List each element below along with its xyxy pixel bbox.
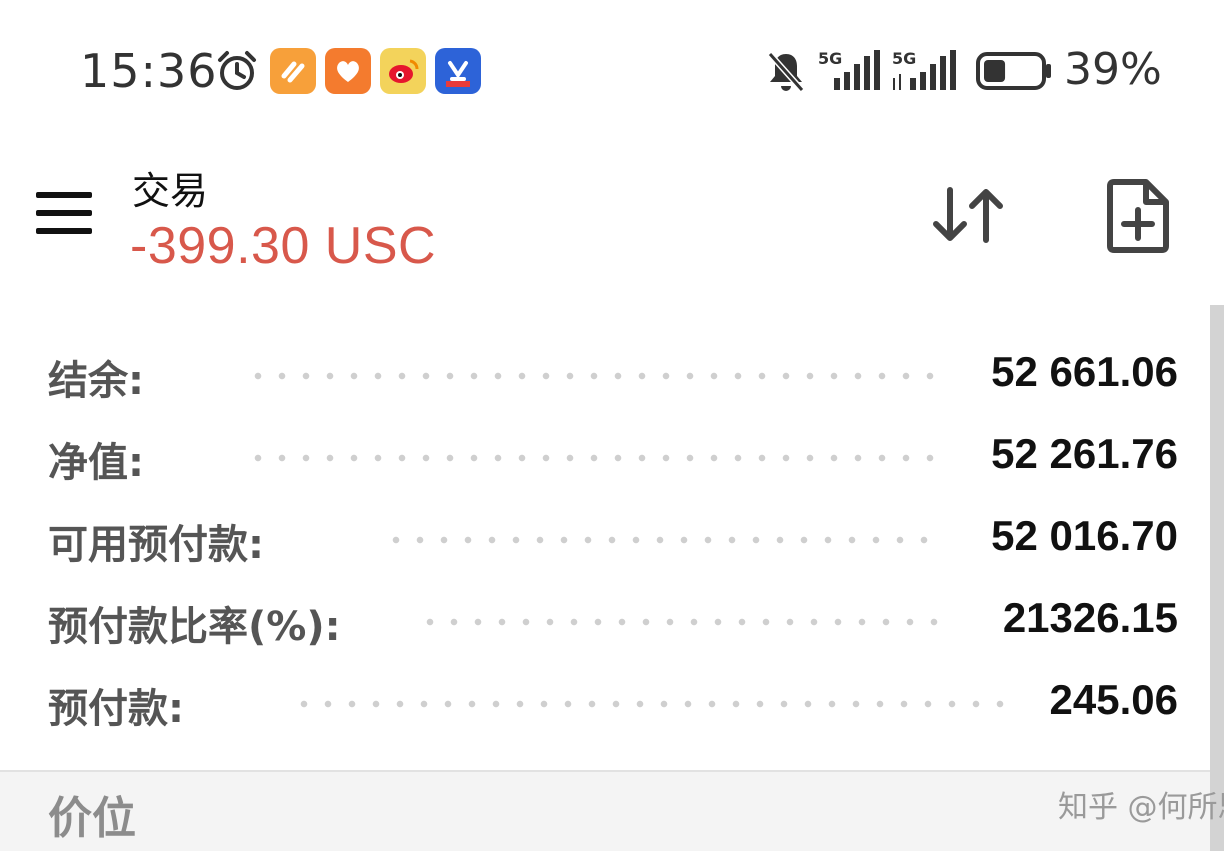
section-title: 价位 — [48, 793, 136, 844]
dotted-leader — [246, 454, 936, 462]
signal-5g-icon-2: 5G — [892, 49, 956, 90]
summary-row-equity[interactable]: 净值: 52 261.76 — [0, 416, 1210, 498]
summary-value: 52 016.70 — [991, 512, 1178, 559]
summary-row-margin-level[interactable]: 预付款比率(%): 21326.15 — [0, 580, 1210, 662]
dotted-leader — [418, 618, 952, 626]
dotted-leader — [246, 372, 936, 380]
mute-icon — [767, 52, 805, 92]
balance-change: -399.30 USC — [130, 217, 437, 275]
summary-value: 52 261.76 — [991, 430, 1178, 477]
dotted-leader — [292, 700, 1010, 708]
menu-button[interactable] — [32, 190, 96, 238]
summary-row-margin[interactable]: 预付款: 245.06 — [0, 662, 1210, 744]
prices-section-header[interactable]: 价位 — [0, 772, 1210, 851]
new-document-icon — [1107, 179, 1169, 253]
dotted-leader — [384, 536, 944, 544]
page-title: 交易 — [132, 169, 209, 213]
watermark: 知乎 @何所思 — [1058, 790, 1224, 825]
new-order-button[interactable] — [1104, 176, 1174, 256]
hamburger-line — [36, 210, 92, 216]
app-header: 交易 -399.30 USC — [0, 140, 1224, 300]
account-summary: 结余: 52 661.06 净值: 52 261.76 可用预付款: 52 01… — [0, 334, 1210, 744]
app-icon-heart — [325, 48, 371, 94]
battery-icon — [976, 52, 1051, 90]
app-icon-orange — [270, 48, 316, 94]
signal-label-2: 5G — [892, 49, 916, 68]
alarm-icon — [218, 51, 256, 90]
signal-5g-icon: 5G — [818, 49, 880, 90]
scrollbar[interactable] — [1210, 305, 1224, 851]
summary-row-balance[interactable]: 结余: 52 661.06 — [0, 334, 1210, 416]
summary-label: 结余: — [48, 358, 144, 404]
signal-label: 5G — [818, 49, 842, 68]
status-bar: 15:36 5G 5G 39% — [0, 0, 1224, 140]
summary-row-free-margin[interactable]: 可用预付款: 52 016.70 — [0, 498, 1210, 580]
weibo-icon — [380, 48, 426, 94]
summary-label: 净值: — [48, 440, 144, 486]
sort-button[interactable] — [930, 180, 1010, 250]
app-icon-blue — [435, 48, 481, 94]
summary-label: 预付款比率(%): — [48, 604, 341, 650]
hamburger-menu-icon — [36, 192, 92, 198]
summary-label: 可用预付款: — [48, 522, 264, 568]
summary-value: 21326.15 — [1002, 594, 1178, 641]
summary-label: 预付款: — [48, 686, 184, 732]
summary-value: 245.06 — [1049, 676, 1178, 723]
battery-percent: 39% — [1064, 44, 1162, 95]
sort-arrows-icon — [933, 187, 1003, 243]
status-time: 15:36 — [80, 44, 218, 98]
hamburger-line — [36, 228, 92, 234]
summary-value: 52 661.06 — [991, 348, 1178, 395]
